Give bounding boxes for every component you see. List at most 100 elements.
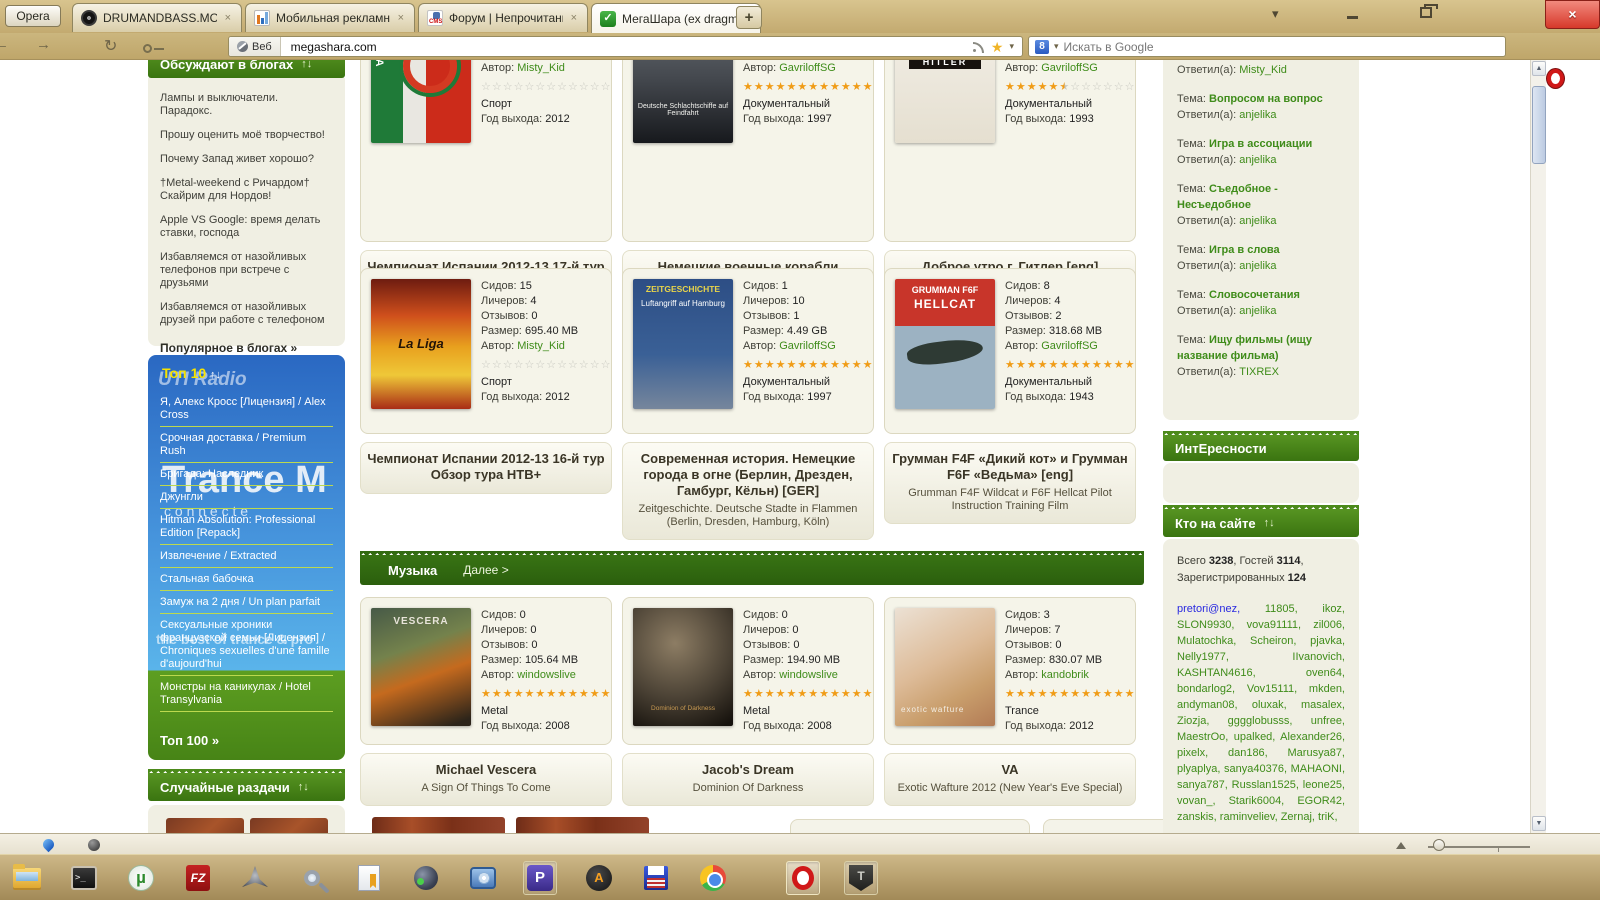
reload-icon[interactable]: ↻ <box>104 36 117 56</box>
author-link[interactable]: GavriloffSG <box>1041 62 1098 74</box>
torrent-cover-thumbnail[interactable] <box>372 817 505 833</box>
rating-stars[interactable]: ★★★★★★☆☆☆☆☆☆ <box>1005 79 1136 95</box>
topic-link[interactable]: Словосочетания <box>1209 289 1300 301</box>
tab-forum[interactable]: CMS Форум | Непрочитанн... × <box>418 3 588 32</box>
close-button[interactable]: × <box>1545 0 1600 29</box>
blog-topic-link[interactable]: Избавляемся от назойливых телефонов при … <box>160 251 333 290</box>
torrent-card[interactable]: GRUMMAN F6F HELLCAT Сидов: 8 Личеров: 4 … <box>884 268 1136 540</box>
taskbar-icon-filezilla[interactable]: FZ <box>181 861 215 895</box>
author-link[interactable]: windowslive <box>517 669 576 681</box>
restore-button[interactable] <box>1420 7 1432 18</box>
page-scrollbar[interactable]: ▲ ▼ <box>1530 60 1546 833</box>
torrent-title-link[interactable]: Современная история. Немецкие города в о… <box>629 451 867 499</box>
torrent-title-link[interactable]: Jacob's Dream <box>629 762 867 778</box>
torrent-card[interactable]: VESCERA Сидов: 0 Личеров: 0 Отзывов: 0 Р… <box>360 597 612 806</box>
scroll-up-arrow[interactable]: ▲ <box>1532 61 1546 76</box>
random-cover-thumbnail[interactable] <box>166 818 244 833</box>
torrent-cover-thumbnail[interactable]: La Liga <box>371 279 471 409</box>
top10-item-link[interactable]: Стальная бабочка <box>160 568 333 591</box>
torrent-cover-thumbnail[interactable]: VESCERA <box>371 608 471 726</box>
torrent-title-link[interactable]: Чемпионат Испании 2012-13 16-й тур Обзор… <box>367 451 605 483</box>
torrent-card[interactable]: ZEITGESCHICHTE Luftangriff auf Hamburg С… <box>622 268 874 540</box>
taskbar-icon-chrome[interactable] <box>696 861 730 895</box>
torrent-title-panel[interactable]: Чемпионат Испании 2012-13 16-й тур Обзор… <box>360 442 612 494</box>
torrent-card[interactable]: Dominion of Darkness Сидов: 0 Личеров: 0… <box>622 597 874 806</box>
torrent-title-link[interactable]: VA <box>891 762 1129 778</box>
torrent-cover-thumbnail[interactable]: SERIE A <box>371 60 471 143</box>
sort-arrows-icon[interactable]: ↑↓ <box>210 369 221 381</box>
tab-mobile-ads[interactable]: Мобильная рекламна... × <box>245 3 415 32</box>
torrent-cover-thumbnail[interactable]: Dominion of Darkness <box>633 608 733 726</box>
sphere-icon[interactable] <box>88 839 100 851</box>
blog-topic-link[interactable]: Apple VS Google: время делать ставки, го… <box>160 214 333 240</box>
taskbar-icon-aimp[interactable]: A <box>582 861 616 895</box>
taskbar-icon-floppy-disk[interactable] <box>639 861 673 895</box>
taskbar-icon-media-converter[interactable] <box>466 861 500 895</box>
search-box[interactable]: 8 ▾ Искать в Google <box>1028 36 1506 57</box>
rating-stars[interactable]: ★★★★★★★★★★★★ <box>481 686 612 702</box>
author-link[interactable]: windowslive <box>779 669 838 681</box>
topic-link[interactable]: Игра в слова <box>1209 244 1280 256</box>
torrent-card[interactable]: La Liga Сидов: 15 Личеров: 4 Отзывов: 0 … <box>360 268 612 540</box>
top10-item-link[interactable]: Извлечение / Extracted <box>160 545 333 568</box>
scroll-down-arrow[interactable]: ▼ <box>1532 816 1546 831</box>
popular-blogs-link[interactable]: Популярное в блогах » <box>160 341 333 355</box>
topic-link[interactable]: Вопросом на вопрос <box>1209 93 1323 105</box>
taskbar-icon-utorrent[interactable]: µ <box>124 861 158 895</box>
tab-close-icon[interactable]: × <box>396 12 406 24</box>
bookmark-star-icon[interactable]: ★ <box>991 41 1004 53</box>
replier-link[interactable]: anjelika <box>1239 215 1276 227</box>
random-cover-thumbnail[interactable] <box>250 818 328 833</box>
replier-link[interactable]: Misty_Kid <box>1239 64 1287 76</box>
torrent-cover-thumbnail[interactable]: Deutsche Schlachtschiffe auf Feindfahrt <box>633 60 733 143</box>
address-bar[interactable]: Веб megashara.com ★ ▾ <box>228 36 1023 57</box>
rating-stars[interactable]: ☆☆☆☆☆☆☆☆☆☆☆☆ <box>481 79 612 95</box>
taskbar-icon-stealth-jet[interactable] <box>238 861 272 895</box>
author-link[interactable]: Misty_Kid <box>517 340 565 352</box>
topic-link[interactable]: Игра в ассоциации <box>1209 138 1312 150</box>
blog-topic-link[interactable]: Прошу оценить моё творчество! <box>160 129 333 142</box>
blog-topic-link[interactable]: †Metal-weekend с Ричардом† Скайрим для Н… <box>160 177 333 203</box>
torrent-cover-thumbnail[interactable]: ZEITGESCHICHTE Luftangriff auf Hamburg <box>633 279 733 409</box>
zoom-slider-knob[interactable] <box>1433 839 1445 851</box>
rss-feed-icon[interactable] <box>973 41 985 53</box>
torrent-title-link[interactable]: Michael Vescera <box>367 762 605 778</box>
sort-arrows-icon[interactable]: ↑↓ <box>298 781 309 793</box>
top10-item-link[interactable]: Hitman Absolution: Professional Edition … <box>160 509 333 545</box>
replier-link[interactable]: anjelika <box>1239 260 1276 272</box>
top10-item-link[interactable]: Джунгли <box>160 486 333 509</box>
author-link[interactable]: GavriloffSG <box>1041 340 1098 352</box>
author-link[interactable]: GavriloffSG <box>779 340 836 352</box>
torrent-title-panel[interactable]: Грумман F4F «Дикий кот» и Грумман F6F «В… <box>884 442 1136 524</box>
top10-item-link[interactable]: Замуж на 2 дня / Un plan parfait <box>160 591 333 614</box>
security-badge[interactable]: Веб <box>229 37 281 56</box>
torrent-title-panel[interactable]: Современная история. Немецкие города в о… <box>622 442 874 540</box>
taskbar-icon-opera[interactable] <box>786 861 820 895</box>
taskbar-icon-command-prompt[interactable]: >_ <box>67 861 101 895</box>
taskbar-icon-explorer-folder[interactable] <box>10 861 44 895</box>
torrent-title-panel[interactable]: VA Exotic Wafture 2012 (New Year's Eve S… <box>884 753 1136 806</box>
opera-logo-icon[interactable] <box>1547 69 1564 88</box>
author-link[interactable]: kandobrik <box>1041 669 1089 681</box>
replier-link[interactable]: TIXREX <box>1239 366 1279 378</box>
tab-overflow-chevron-icon[interactable]: ▾ <box>1272 6 1279 22</box>
torrent-cover-thumbnail[interactable]: HITLER <box>895 60 995 143</box>
top10-item-link[interactable]: Бригада: Наследник <box>160 463 333 486</box>
user-links[interactable]: 11805, ikoz, SLON9930, vova91111, zil006… <box>1177 603 1345 823</box>
torrent-title-panel[interactable]: Jacob's Dream Dominion Of Darkness <box>622 753 874 806</box>
taskbar-icon-search-magnifier[interactable] <box>295 861 329 895</box>
wand-key-icon[interactable] <box>143 44 152 53</box>
sort-arrows-icon[interactable]: ↑↓ <box>1264 517 1275 529</box>
top10-item-link[interactable]: Сексуальные хроники французской семьи [Л… <box>160 614 333 676</box>
rating-stars[interactable]: ☆☆☆☆☆☆☆☆☆☆☆☆ <box>481 357 612 373</box>
engine-dropdown-icon[interactable]: ▾ <box>1054 41 1059 52</box>
author-link[interactable]: GavriloffSG <box>779 62 836 74</box>
replier-link[interactable]: anjelika <box>1239 154 1276 166</box>
replier-link[interactable]: anjelika <box>1239 109 1276 121</box>
top10-item-link[interactable]: Монстры на каникулах / Hotel Transylvani… <box>160 676 333 712</box>
author-link[interactable]: Misty_Kid <box>517 62 565 74</box>
minimize-button[interactable] <box>1347 16 1358 19</box>
rating-stars[interactable]: ★★★★★★★★★★★★ <box>743 79 874 95</box>
url-text[interactable]: megashara.com <box>281 40 973 54</box>
torrent-cover-thumbnail[interactable]: exotic wafture <box>895 608 995 726</box>
